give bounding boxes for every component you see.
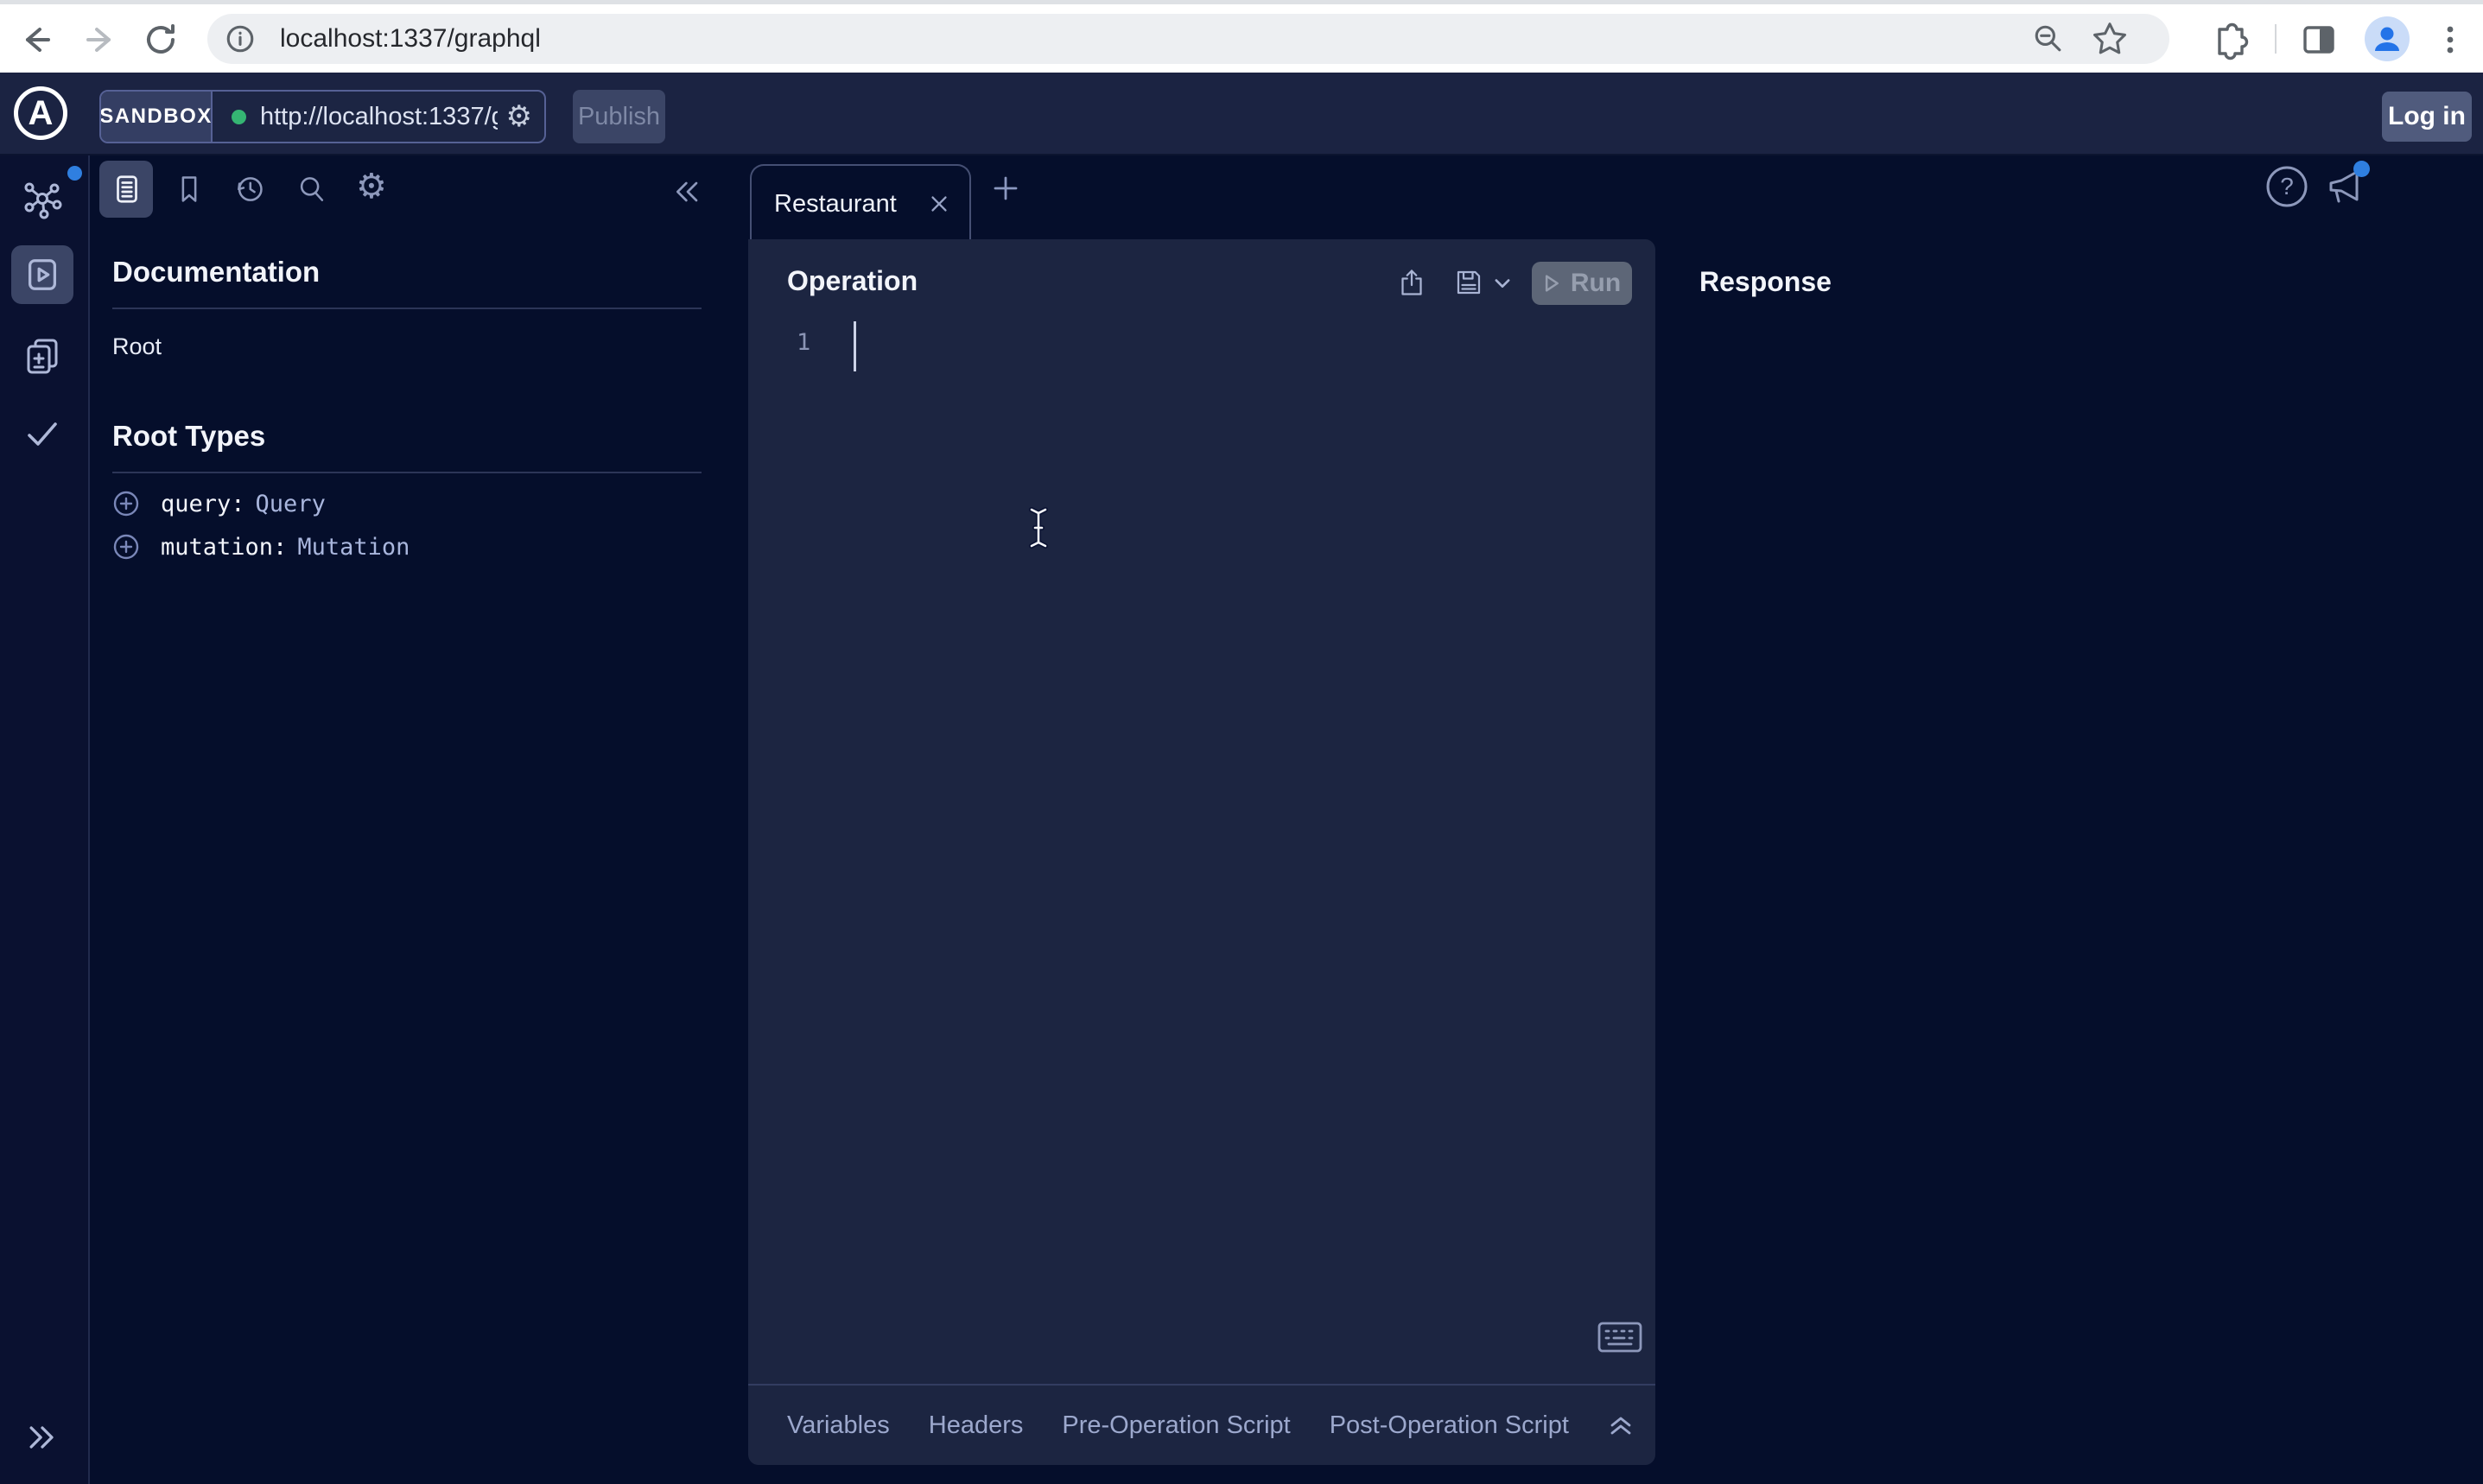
post-operation-script-tab[interactable]: Post-Operation Script bbox=[1330, 1411, 1569, 1440]
root-types-divider bbox=[112, 472, 702, 473]
apollo-logo-letter: A bbox=[29, 96, 54, 130]
expand-footer-icon[interactable] bbox=[1608, 1414, 1634, 1436]
endpoint-url-field[interactable]: http://localhost:1337/gra... ⚙ bbox=[213, 92, 544, 142]
side-panel-icon[interactable] bbox=[2298, 19, 2340, 60]
mouse-ibeam-cursor bbox=[1026, 505, 1051, 550]
schema-notification-dot bbox=[67, 166, 82, 181]
history-icon[interactable] bbox=[233, 173, 266, 206]
publish-button[interactable]: Publish bbox=[573, 90, 665, 143]
documentation-panel: ⚙ Documentation Root Root Types query: Q… bbox=[90, 155, 748, 1484]
field-name: mutation: bbox=[161, 534, 287, 561]
field-name: query: bbox=[161, 491, 245, 517]
headers-tab[interactable]: Headers bbox=[929, 1411, 1024, 1440]
main-content: ⚙ Documentation Root Root Types query: Q… bbox=[0, 155, 2483, 1484]
profile-avatar[interactable] bbox=[2364, 16, 2410, 62]
collapse-panel-icon[interactable] bbox=[670, 174, 705, 209]
graph-endpoint-chip[interactable]: SANDBOX http://localhost:1337/gra... ⚙ bbox=[99, 90, 546, 143]
sandbox-badge: SANDBOX bbox=[101, 92, 213, 142]
connection-status-dot bbox=[232, 110, 246, 124]
pre-operation-script-tab[interactable]: Pre-Operation Script bbox=[1062, 1411, 1290, 1440]
zoom-out-icon[interactable] bbox=[2029, 20, 2067, 58]
run-button[interactable]: Run bbox=[1532, 262, 1632, 305]
response-panel-title: Response bbox=[1699, 266, 1832, 298]
left-nav-rail bbox=[0, 155, 88, 1484]
browser-top-strip bbox=[0, 0, 2483, 4]
operation-footer-bar: Variables Headers Pre-Operation Script P… bbox=[748, 1384, 1655, 1465]
app-header: A SANDBOX http://localhost:1337/gra... ⚙… bbox=[0, 73, 2483, 155]
search-icon[interactable] bbox=[295, 173, 328, 206]
url-text: localhost:1337/graphql bbox=[280, 24, 541, 54]
expand-sidebar-icon[interactable] bbox=[23, 1418, 61, 1456]
run-play-icon bbox=[1543, 273, 1560, 294]
endpoint-url-text: http://localhost:1337/gra... bbox=[260, 103, 498, 131]
root-breadcrumb-link[interactable]: Root bbox=[112, 333, 162, 360]
doc-divider bbox=[112, 308, 702, 309]
operation-title: Operation bbox=[787, 265, 918, 297]
root-types-title: Root Types bbox=[112, 420, 265, 453]
documentation-title: Documentation bbox=[112, 256, 320, 289]
browser-menu-icon[interactable] bbox=[2429, 19, 2471, 60]
browser-forward-icon[interactable] bbox=[79, 19, 121, 60]
operation-editor-panel: Operation Run 1 bbox=[748, 239, 1655, 1465]
schema-graph-icon[interactable] bbox=[22, 179, 63, 220]
editor-text-caret bbox=[854, 321, 856, 371]
login-button[interactable]: Log in bbox=[2382, 92, 2472, 142]
workspace: Restaurant Operation Run bbox=[748, 155, 2483, 1484]
root-type-row-mutation[interactable]: mutation: Mutation bbox=[112, 525, 717, 568]
saved-operations-bookmark-icon[interactable] bbox=[173, 173, 206, 206]
schema-diff-icon[interactable] bbox=[22, 335, 63, 377]
add-mutation-field-icon[interactable] bbox=[112, 533, 140, 561]
keyboard-shortcuts-icon[interactable] bbox=[1597, 1321, 1643, 1354]
field-type-link[interactable]: Query bbox=[256, 491, 326, 517]
browser-address-bar[interactable]: localhost:1337/graphql bbox=[207, 14, 2169, 64]
documentation-tab-icon[interactable] bbox=[111, 174, 143, 205]
variables-tab[interactable]: Variables bbox=[787, 1411, 890, 1440]
checklist-icon[interactable] bbox=[22, 413, 63, 454]
tab-label: Restaurant bbox=[774, 190, 897, 219]
apollo-logo[interactable]: A bbox=[14, 86, 67, 140]
browser-toolbar: localhost:1337/graphql bbox=[0, 0, 2483, 73]
share-operation-icon[interactable] bbox=[1396, 267, 1427, 298]
bookmark-star-icon[interactable] bbox=[2090, 19, 2130, 59]
field-type-link[interactable]: Mutation bbox=[297, 534, 410, 561]
close-tab-icon[interactable] bbox=[928, 193, 950, 215]
connection-settings-gear-icon[interactable]: ⚙ bbox=[506, 102, 532, 131]
explorer-settings-gear-icon[interactable]: ⚙ bbox=[356, 169, 387, 204]
operation-tab-restaurant[interactable]: Restaurant bbox=[750, 164, 971, 242]
add-query-field-icon[interactable] bbox=[112, 490, 140, 517]
browser-back-icon[interactable] bbox=[16, 19, 57, 60]
root-type-row-query[interactable]: query: Query bbox=[112, 482, 717, 525]
extensions-icon[interactable] bbox=[2209, 19, 2251, 60]
new-tab-icon[interactable] bbox=[992, 174, 1019, 202]
explorer-icon[interactable] bbox=[22, 255, 62, 295]
editor-line-number: 1 bbox=[797, 329, 810, 356]
browser-reload-icon[interactable] bbox=[140, 19, 181, 60]
save-operation-icon[interactable] bbox=[1453, 267, 1484, 298]
toolbar-divider bbox=[2275, 24, 2277, 54]
save-options-chevron-icon[interactable] bbox=[1493, 277, 1512, 291]
